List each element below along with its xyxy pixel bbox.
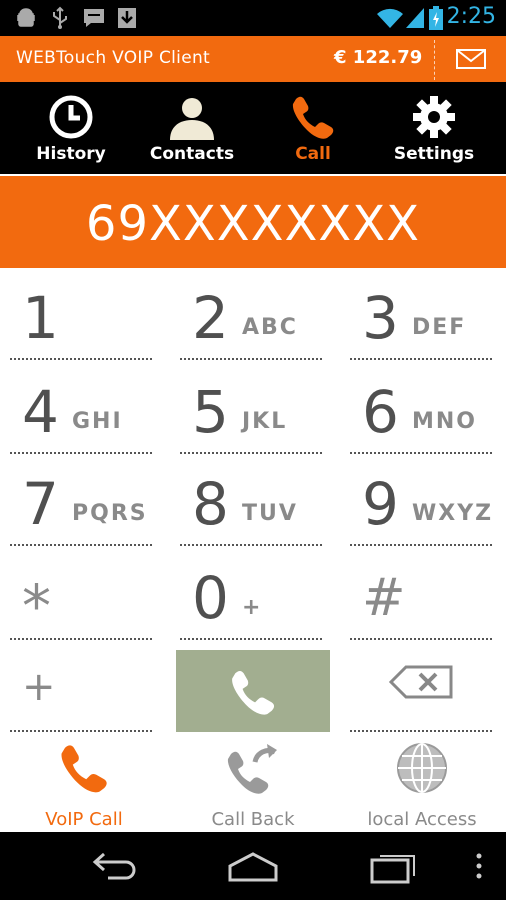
key-digit: 2 xyxy=(192,284,229,352)
action-label: local Access xyxy=(367,809,477,830)
key-1[interactable]: 1 xyxy=(0,268,160,360)
number-display[interactable]: 69XXXXXXXX xyxy=(0,174,506,268)
mail-button[interactable] xyxy=(436,36,506,82)
key-0[interactable]: 0 + xyxy=(170,548,330,640)
backspace-icon xyxy=(388,665,453,699)
voip-call-button[interactable]: VoIP Call xyxy=(0,736,168,832)
action-label: VoIP Call xyxy=(45,809,123,830)
key-digit: + xyxy=(22,664,56,710)
key-digit: # xyxy=(362,568,406,628)
wifi-icon xyxy=(377,8,403,28)
clock-icon xyxy=(49,95,93,139)
battery-charging-icon xyxy=(429,6,443,30)
tab-call[interactable]: Call xyxy=(250,82,376,174)
phone-icon xyxy=(232,670,275,715)
key-letters: ABC xyxy=(242,315,298,340)
download-icon xyxy=(118,8,136,28)
key-letters: JKL xyxy=(242,409,288,434)
key-letters: TUV xyxy=(242,501,298,526)
callback-icon xyxy=(227,744,277,794)
system-nav-bar xyxy=(0,832,506,900)
key-star[interactable]: * xyxy=(0,548,160,640)
key-digit: 4 xyxy=(22,378,59,446)
back-icon[interactable] xyxy=(88,846,138,886)
globe-icon xyxy=(397,743,447,793)
call-back-button[interactable]: Call Back xyxy=(169,736,337,832)
action-label: Call Back xyxy=(211,809,295,830)
phone-icon xyxy=(61,745,107,793)
app-header: WEBTouch VOIP Client € 122.79 xyxy=(0,36,506,82)
key-digit: * xyxy=(22,572,51,640)
key-hash[interactable]: # xyxy=(340,548,500,640)
key-letters: + xyxy=(242,595,263,620)
tab-history[interactable]: History xyxy=(8,82,134,174)
usb-icon xyxy=(53,6,67,29)
call-button[interactable] xyxy=(176,650,330,732)
dial-keypad: 1 2 ABC 3 DEF 4 GHI 5 JKL 6 MNO 7 PQRS 8… xyxy=(0,268,506,736)
key-letters: DEF xyxy=(412,315,467,340)
key-4[interactable]: 4 GHI xyxy=(0,362,160,454)
tab-label: Settings xyxy=(393,144,475,164)
dialed-number: 69XXXXXXXX xyxy=(85,196,421,252)
key-digit: 3 xyxy=(362,284,399,352)
key-digit: 9 xyxy=(362,470,399,538)
signal-icon xyxy=(406,8,424,28)
key-6[interactable]: 6 MNO xyxy=(340,362,500,454)
overflow-menu-icon[interactable] xyxy=(474,846,484,886)
account-balance: € 122.79 xyxy=(334,47,423,68)
key-letters: GHI xyxy=(72,409,123,434)
key-letters: WXYZ xyxy=(412,501,494,526)
key-letters: MNO xyxy=(412,409,478,434)
tab-label: History xyxy=(36,144,106,164)
key-plus[interactable]: + xyxy=(0,640,160,732)
main-tabs: History Contacts Call Settings xyxy=(0,82,506,174)
tab-settings[interactable]: Settings xyxy=(371,82,497,174)
call-mode-bar: VoIP Call Call Back local Access xyxy=(0,736,506,832)
key-3[interactable]: 3 DEF xyxy=(340,268,500,360)
local-access-button[interactable]: local Access xyxy=(338,736,506,832)
key-8[interactable]: 8 TUV xyxy=(170,454,330,546)
key-digit: 8 xyxy=(192,470,229,538)
backspace-button[interactable] xyxy=(340,640,500,732)
message-icon xyxy=(84,9,104,27)
tab-label: Contacts xyxy=(149,144,235,164)
key-5[interactable]: 5 JKL xyxy=(170,362,330,454)
key-digit: 7 xyxy=(22,470,59,538)
key-2[interactable]: 2 ABC xyxy=(170,268,330,360)
tab-label: Call xyxy=(295,144,331,164)
key-digit: 1 xyxy=(22,284,59,352)
recent-apps-icon[interactable] xyxy=(368,846,420,886)
key-letters: PQRS xyxy=(72,501,148,526)
person-icon xyxy=(170,98,214,140)
key-9[interactable]: 9 WXYZ xyxy=(340,454,500,546)
key-digit: 6 xyxy=(362,378,399,446)
app-title: WEBTouch VOIP Client xyxy=(16,48,211,68)
key-digit: 5 xyxy=(192,378,229,446)
status-time: 2:25 xyxy=(446,4,496,29)
android-debug-icon xyxy=(17,8,35,27)
status-bar: 2:25 xyxy=(0,0,506,36)
mail-icon xyxy=(456,49,486,69)
gear-icon xyxy=(413,96,455,138)
key-7[interactable]: 7 PQRS xyxy=(0,454,160,546)
header-divider xyxy=(434,40,435,80)
tab-contacts[interactable]: Contacts xyxy=(129,82,255,174)
home-icon[interactable] xyxy=(226,846,280,886)
phone-icon xyxy=(292,96,334,139)
key-digit: 0 xyxy=(192,564,229,632)
